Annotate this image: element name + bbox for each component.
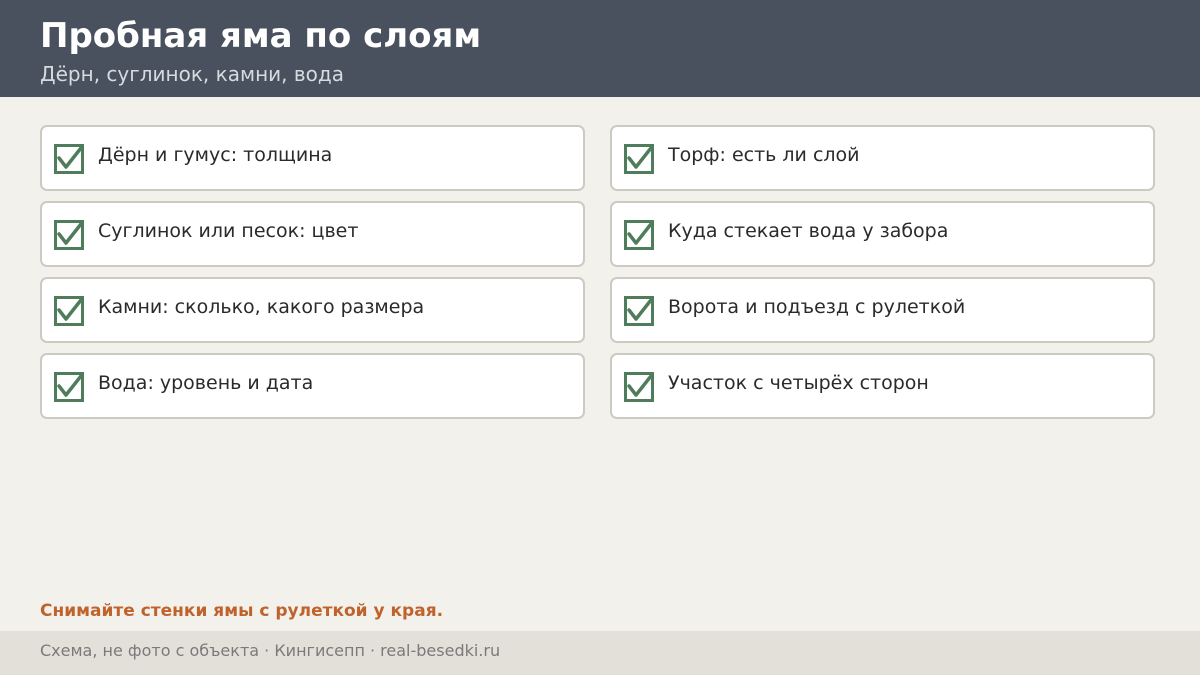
tip-note: Снимайте стенки ямы с рулеткой у края. <box>40 601 444 621</box>
checkbox-checked-icon[interactable] <box>54 220 84 250</box>
page-subtitle: Дёрн, суглинок, камни, вода <box>40 62 344 86</box>
checklist-item[interactable]: Дёрн и гумус: толщина <box>40 125 585 191</box>
checklist-item-label: Торф: есть ли слой <box>668 144 860 166</box>
footer-text: Схема, не фото с объекта · Кингисепп · r… <box>40 641 501 660</box>
header: Пробная яма по слоям Дёрн, суглинок, кам… <box>0 0 1200 97</box>
checklist-item[interactable]: Торф: есть ли слой <box>610 125 1155 191</box>
checklist-item[interactable]: Ворота и подъезд с рулеткой <box>610 277 1155 343</box>
checklist-item-label: Дёрн и гумус: толщина <box>98 144 333 166</box>
checkbox-checked-icon[interactable] <box>624 372 654 402</box>
page-title: Пробная яма по слоям <box>40 16 482 56</box>
checklist-item-label: Вода: уровень и дата <box>98 372 314 394</box>
checkbox-checked-icon[interactable] <box>54 372 84 402</box>
checklist-item-label: Ворота и подъезд с рулеткой <box>668 296 966 318</box>
checklist-item-label: Куда стекает вода у забора <box>668 220 949 242</box>
checkbox-checked-icon[interactable] <box>54 296 84 326</box>
checkbox-checked-icon[interactable] <box>624 220 654 250</box>
checkbox-checked-icon[interactable] <box>624 144 654 174</box>
checklist-item-label: Участок с четырёх сторон <box>668 372 929 394</box>
checklist-item[interactable]: Суглинок или песок: цвет <box>40 201 585 267</box>
checkbox-checked-icon[interactable] <box>624 296 654 326</box>
checklist-item[interactable]: Куда стекает вода у забора <box>610 201 1155 267</box>
checkbox-checked-icon[interactable] <box>54 144 84 174</box>
checklist-item[interactable]: Камни: сколько, какого размера <box>40 277 585 343</box>
checklist-item-label: Суглинок или песок: цвет <box>98 220 359 242</box>
checklist-item[interactable]: Вода: уровень и дата <box>40 353 585 419</box>
checklist-item-label: Камни: сколько, какого размера <box>98 296 425 318</box>
footer: Схема, не фото с объекта · Кингисепп · r… <box>0 631 1200 675</box>
checklist-item[interactable]: Участок с четырёх сторон <box>610 353 1155 419</box>
